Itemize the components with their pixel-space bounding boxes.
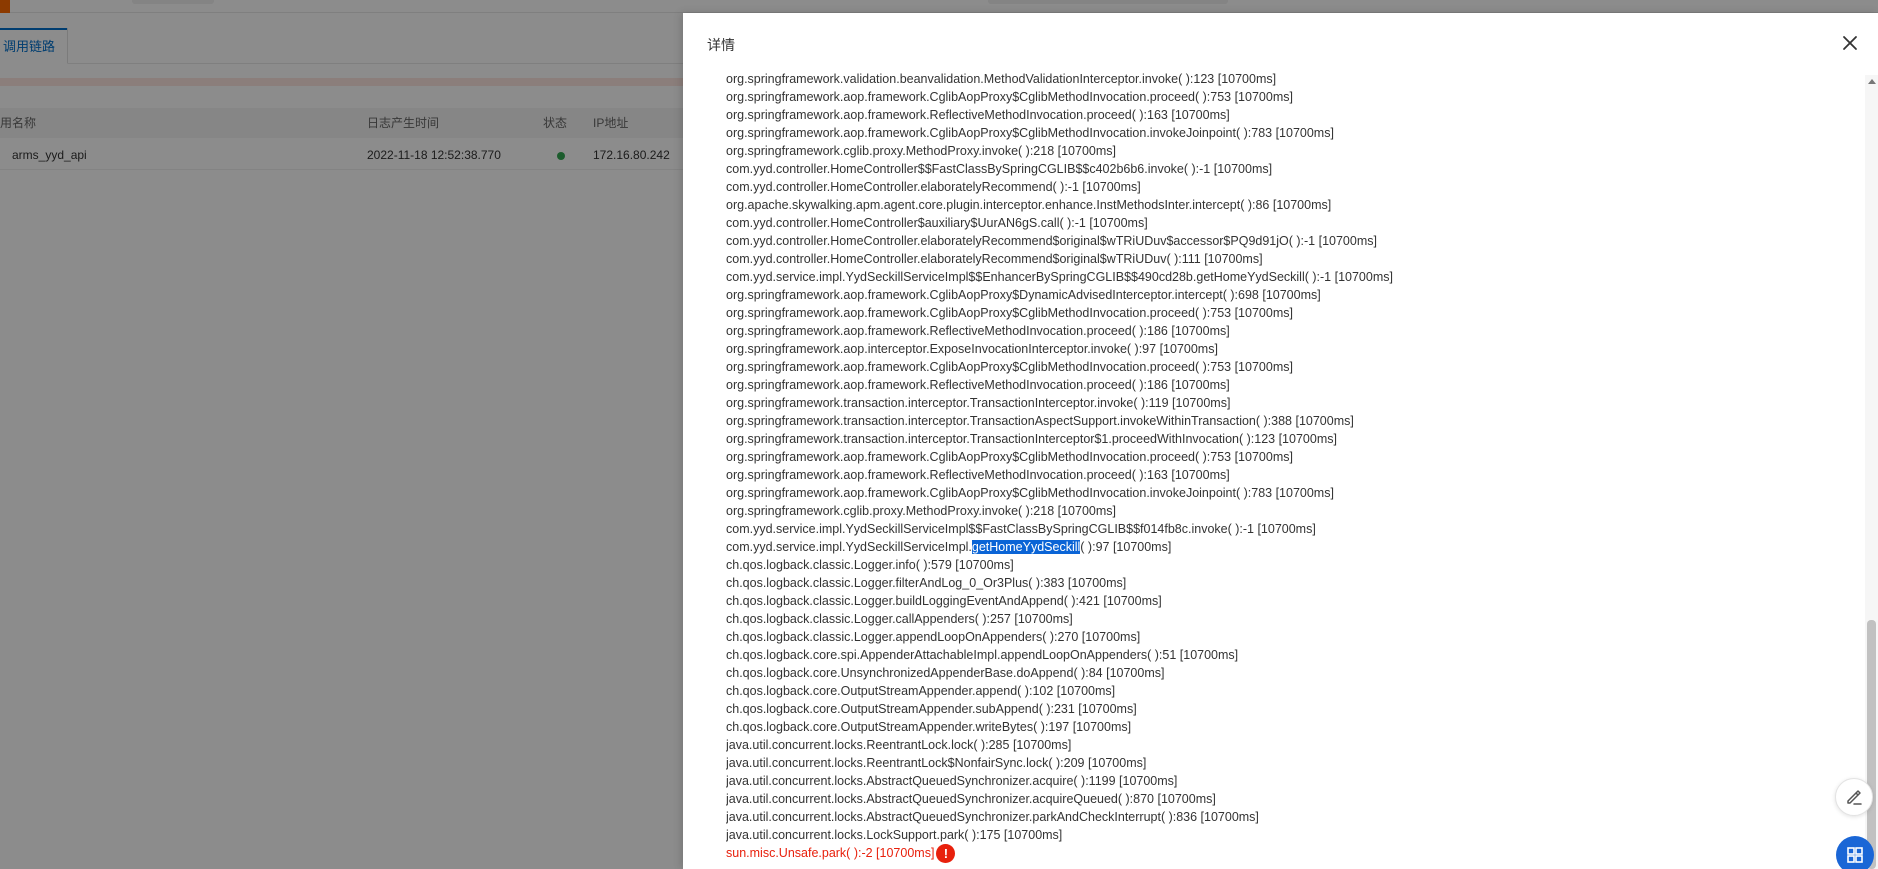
trace-line: org.springframework.aop.framework.Reflec… [726,378,1230,392]
trace-line: com.yyd.service.impl.YydSeckillServiceIm… [726,522,1316,536]
trace-line: java.util.concurrent.locks.LockSupport.p… [726,828,1063,842]
trace-line: ch.qos.logback.classic.Logger.callAppend… [726,612,1073,626]
trace-line: org.apache.skywalking.apm.agent.core.plu… [726,198,1332,212]
trace-line: ch.qos.logback.classic.Logger.appendLoop… [726,630,1141,644]
stack-trace: org.springframework.validation.beanvalid… [726,70,1826,869]
trace-line: org.springframework.aop.framework.CglibA… [726,306,1293,320]
trace-line: org.springframework.validation.beanvalid… [726,72,1277,86]
trace-line: com.yyd.controller.HomeController.elabor… [726,180,1141,194]
trace-line: org.springframework.aop.framework.Reflec… [726,324,1230,338]
scrollbar-thumb[interactable] [1867,620,1876,869]
trace-line: java.util.concurrent.locks.AbstractQueue… [726,774,1178,788]
selected-text[interactable]: getHomeYydSeckill [971,540,1081,554]
trace-line: java.util.concurrent.locks.ReentrantLock… [726,738,1072,752]
trace-line: com.yyd.controller.HomeController.elabor… [726,234,1377,248]
trace-line: ch.qos.logback.core.OutputStreamAppender… [726,702,1137,716]
trace-line: java.util.concurrent.locks.AbstractQueue… [726,810,1259,824]
trace-line: com.yyd.controller.HomeController$auxili… [726,216,1148,230]
trace-line: ch.qos.logback.core.spi.AppenderAttachab… [726,648,1239,662]
trace-lines-before: org.springframework.validation.beanvalid… [726,70,1826,538]
highlight-prefix: com.yyd.service.impl.YydSeckillServiceIm… [726,540,972,554]
edit-icon [1847,790,1862,805]
trace-line-highlighted: com.yyd.service.impl.YydSeckillServiceIm… [726,538,1826,556]
trace-line: com.yyd.controller.HomeController.elabor… [726,252,1263,266]
grid-icon [1847,847,1863,863]
trace-line: ch.qos.logback.core.OutputStreamAppender… [726,720,1132,734]
close-icon [1843,36,1857,50]
trace-line: ch.qos.logback.core.OutputStreamAppender… [726,684,1116,698]
vertical-scrollbar[interactable] [1865,75,1878,869]
trace-line: org.springframework.transaction.intercep… [726,414,1354,428]
trace-line: org.springframework.transaction.intercep… [726,396,1231,410]
trace-line: org.springframework.aop.interceptor.Expo… [726,342,1218,356]
trace-line: ch.qos.logback.classic.Logger.info( ):57… [726,558,1014,572]
trace-line: org.springframework.aop.framework.CglibA… [726,486,1334,500]
trace-line: org.springframework.aop.framework.CglibA… [726,288,1321,302]
trace-line: java.util.concurrent.locks.ReentrantLock… [726,756,1147,770]
trace-line: ch.qos.logback.classic.Logger.buildLoggi… [726,594,1162,608]
trace-line: com.yyd.service.impl.YydSeckillServiceIm… [726,270,1393,284]
edit-float-button[interactable] [1835,778,1873,816]
close-button[interactable] [1837,30,1863,56]
highlight-suffix: ( ):97 [10700ms] [1080,540,1172,554]
trace-line-error: sun.misc.Unsafe.park( ):-2 [10700ms] ! [726,843,1826,863]
trace-line: org.springframework.aop.framework.CglibA… [726,90,1293,104]
trace-line: org.springframework.aop.framework.CglibA… [726,126,1334,140]
drawer-title: 详情 [707,37,735,53]
trace-line: org.springframework.cglib.proxy.MethodPr… [726,144,1116,158]
error-icon: ! [936,843,956,863]
trace-line: java.util.concurrent.locks.AbstractQueue… [726,792,1216,806]
trace-line: org.springframework.aop.framework.CglibA… [726,450,1293,464]
trace-line: org.springframework.transaction.intercep… [726,432,1337,446]
error-line-text: sun.misc.Unsafe.park( ):-2 [10700ms] [726,846,935,860]
trace-line: org.springframework.aop.framework.Reflec… [726,108,1230,122]
scroll-up-arrow-icon[interactable] [1868,79,1876,84]
trace-line: com.yyd.controller.HomeController$$FastC… [726,162,1273,176]
detail-drawer: 详情 org.springframework.validation.beanva… [683,13,1878,869]
trace-line: ch.qos.logback.classic.Logger.filterAndL… [726,576,1127,590]
trace-line: org.springframework.aop.framework.CglibA… [726,360,1293,374]
apps-float-button[interactable] [1836,836,1874,869]
trace-line: org.springframework.cglib.proxy.MethodPr… [726,504,1116,518]
trace-line: ch.qos.logback.core.UnsynchronizedAppend… [726,666,1165,680]
trace-line: org.springframework.aop.framework.Reflec… [726,468,1230,482]
trace-lines-after: ch.qos.logback.classic.Logger.info( ):57… [726,556,1826,844]
